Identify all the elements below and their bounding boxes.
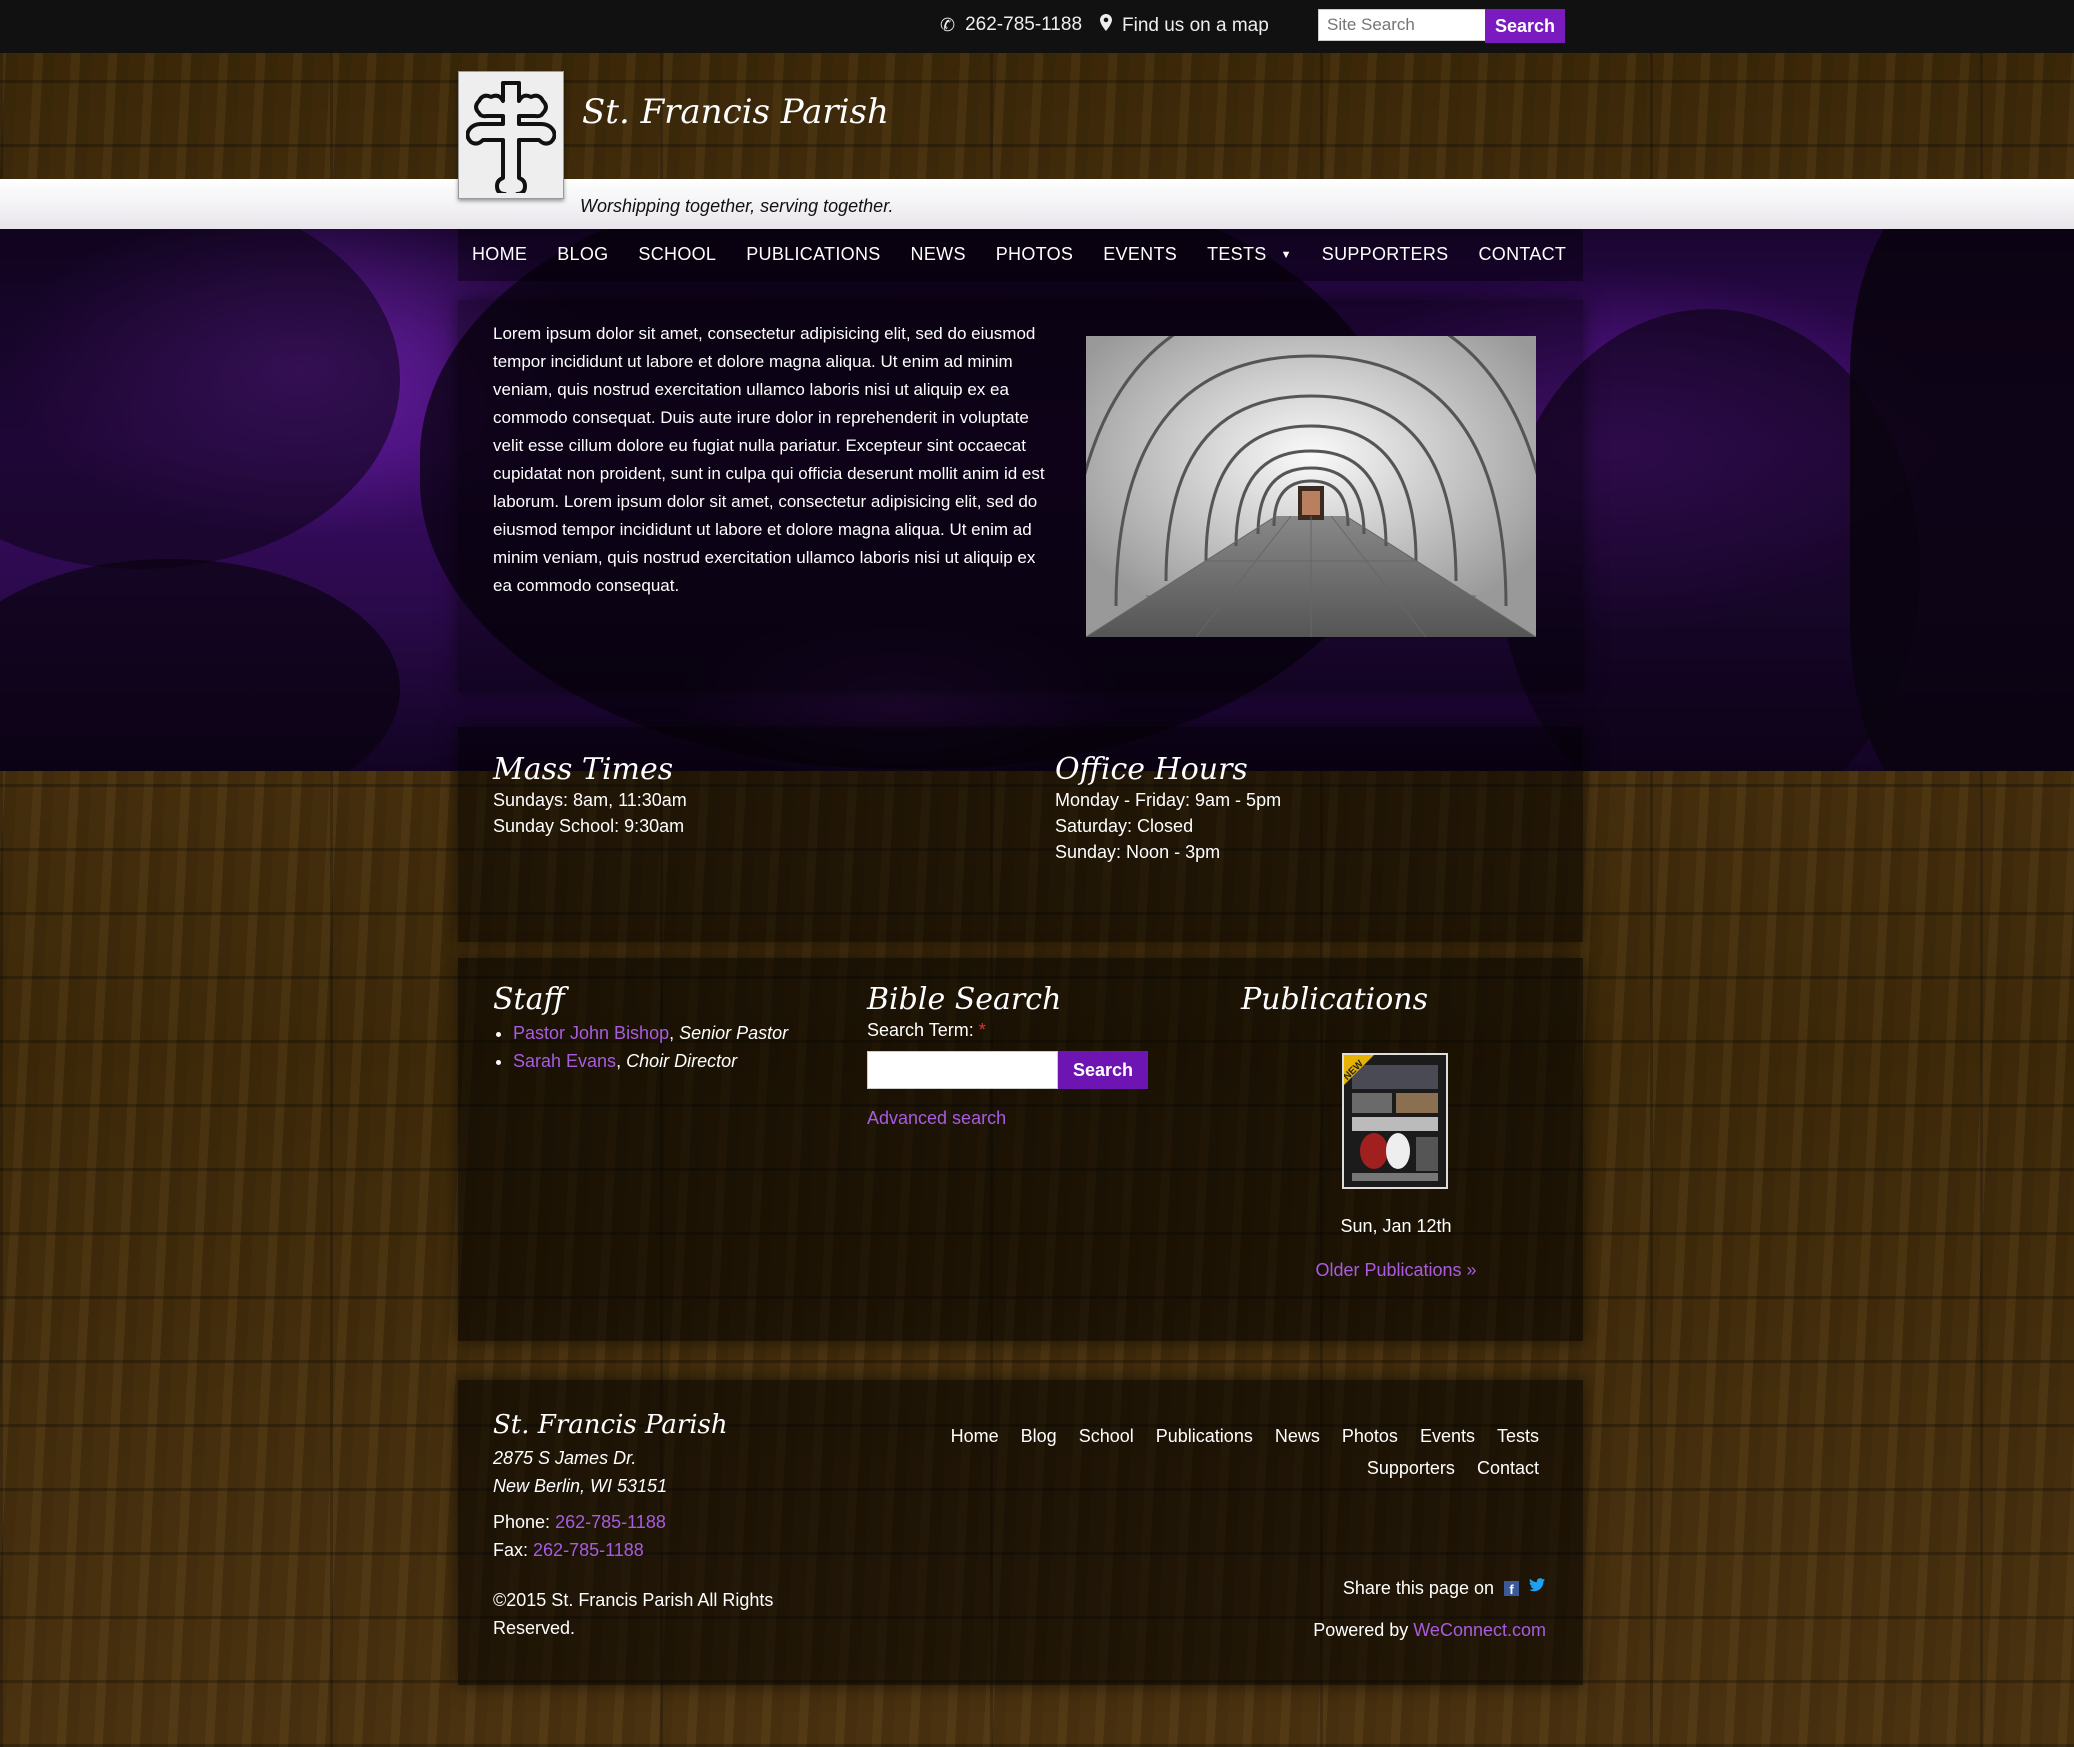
site-search-input[interactable]: [1318, 9, 1496, 41]
footer-phone-link[interactable]: 262-785-1188: [555, 1512, 666, 1532]
footer-title: St. Francis Parish: [493, 1410, 728, 1440]
footer-address: 2875 S James Dr. New Berlin, WI 53151: [493, 1448, 668, 1496]
footer-nav-tests[interactable]: Tests: [1497, 1426, 1539, 1446]
footer-nav-blog[interactable]: Blog: [1021, 1426, 1057, 1446]
map-label: Find us on a map: [1122, 14, 1269, 36]
office-hours-section: Office Hours Monday - Friday: 9am - 5pm …: [1055, 752, 1282, 865]
staff-title: Staff: [493, 982, 565, 1017]
footer-nav-publications[interactable]: Publications: [1156, 1426, 1253, 1446]
site-tagline: Worshipping together, serving together.: [580, 196, 894, 216]
footer-nav: Home Blog School Publications News Photo…: [919, 1420, 1539, 1484]
search-term-label: Search Term: *: [867, 1020, 986, 1040]
phone-link[interactable]: ✆ 262-785-1188: [940, 14, 1082, 36]
nav-item-publications[interactable]: PUBLICATIONS: [746, 244, 880, 265]
nav-item-events[interactable]: EVENTS: [1103, 244, 1177, 265]
office-line: Monday - Friday: 9am - 5pm: [1055, 790, 1282, 810]
site-search-button[interactable]: Search: [1485, 9, 1565, 43]
mass-line: Sunday School: 9:30am: [493, 816, 685, 836]
footer-copyright: ©2015 St. Francis Parish All Rights Rese…: [493, 1590, 774, 1638]
publications-title: Publications: [1241, 982, 1429, 1017]
publications-section: Publications: [1241, 982, 1551, 1017]
nav-item-tests[interactable]: TESTS ▼: [1207, 244, 1292, 265]
footer-nav-news[interactable]: News: [1275, 1426, 1320, 1446]
footer-info: St. Francis Parish 2875 S James Dr. New …: [493, 1412, 913, 1642]
mass-line: Sundays: 8am, 11:30am: [493, 790, 687, 810]
office-hours-title: Office Hours: [1055, 752, 1248, 787]
main-nav: HOME BLOG SCHOOL PUBLICATIONS NEWS PHOTO…: [458, 229, 1583, 281]
nav-item-photos[interactable]: PHOTOS: [996, 244, 1073, 265]
bible-search-input[interactable]: [867, 1051, 1058, 1089]
nav-item-news[interactable]: NEWS: [911, 244, 966, 265]
office-line: Sunday: Noon - 3pm: [1055, 842, 1221, 862]
share-label: Share this page on: [1342, 1578, 1494, 1598]
nav-item-school[interactable]: SCHOOL: [638, 244, 716, 265]
cloister-photo: [1086, 336, 1536, 637]
footer-nav-home[interactable]: Home: [951, 1426, 999, 1446]
tagline-band: [0, 179, 2074, 229]
footer-nav-contact[interactable]: Contact: [1477, 1458, 1539, 1478]
weconnect-link[interactable]: WeConnect.com: [1413, 1620, 1546, 1640]
map-link[interactable]: Find us on a map: [1100, 14, 1269, 37]
phone-number: 262-785-1188: [965, 14, 1083, 35]
footer-fax-link[interactable]: 262-785-1188: [533, 1540, 644, 1560]
phone-icon: ✆: [940, 14, 956, 35]
facebook-icon[interactable]: f: [1504, 1580, 1519, 1597]
staff-member: Sarah Evans, Choir Director: [513, 1047, 833, 1075]
bible-search-button[interactable]: Search: [1058, 1051, 1148, 1089]
publication-thumbnail[interactable]: NEW: [1342, 1053, 1448, 1189]
staff-section: Staff Pastor John Bishop, Senior Pastor …: [493, 982, 833, 1075]
caret-down-icon: ▼: [1280, 248, 1292, 261]
footer-nav-school[interactable]: School: [1079, 1426, 1134, 1446]
mass-times-section: Mass Times Sundays: 8am, 11:30am Sunday …: [493, 752, 687, 839]
intro-text: Lorem ipsum dolor sit amet, consectetur …: [493, 324, 1045, 595]
publication-date: Sun, Jan 12th: [1340, 1216, 1452, 1236]
nav-item-contact[interactable]: CONTACT: [1478, 244, 1566, 265]
staff-name-link[interactable]: Pastor John Bishop: [513, 1023, 669, 1043]
office-line: Saturday: Closed: [1055, 816, 1194, 836]
advanced-search-link[interactable]: Advanced search: [867, 1105, 1207, 1131]
nav-item-home[interactable]: HOME: [472, 244, 527, 265]
top-bar: ✆ 262-785-1188 Find us on a map Search: [0, 0, 2074, 53]
footer-nav-photos[interactable]: Photos: [1342, 1426, 1398, 1446]
nav-item-supporters[interactable]: SUPPORTERS: [1322, 244, 1449, 265]
site-title[interactable]: St. Francis Parish: [582, 92, 889, 132]
staff-list: Pastor John Bishop, Senior Pastor Sarah …: [493, 1019, 833, 1075]
share-bar: Share this page on f: [1290, 1575, 1545, 1601]
mass-times-title: Mass Times: [493, 752, 674, 787]
parish-logo[interactable]: [458, 71, 564, 199]
bible-search-section: Bible Search Search Term: * Search Advan…: [867, 982, 1207, 1131]
cross-icon: [466, 81, 556, 193]
older-publications-link[interactable]: Older Publications »: [1241, 1257, 1551, 1283]
footer-nav-supporters[interactable]: Supporters: [1367, 1458, 1455, 1478]
footer-contact: Phone: 262-785-1188 Fax: 262-785-1188: [493, 1512, 666, 1560]
bible-search-title: Bible Search: [867, 982, 1062, 1017]
map-pin-icon: [1100, 14, 1112, 37]
staff-name-link[interactable]: Sarah Evans: [513, 1051, 616, 1071]
footer-nav-events[interactable]: Events: [1420, 1426, 1475, 1446]
powered-by: Powered by WeConnect.com: [1313, 1620, 1546, 1640]
nav-item-blog[interactable]: BLOG: [557, 244, 608, 265]
staff-member: Pastor John Bishop, Senior Pastor: [513, 1019, 833, 1047]
twitter-icon[interactable]: [1529, 1575, 1545, 1601]
